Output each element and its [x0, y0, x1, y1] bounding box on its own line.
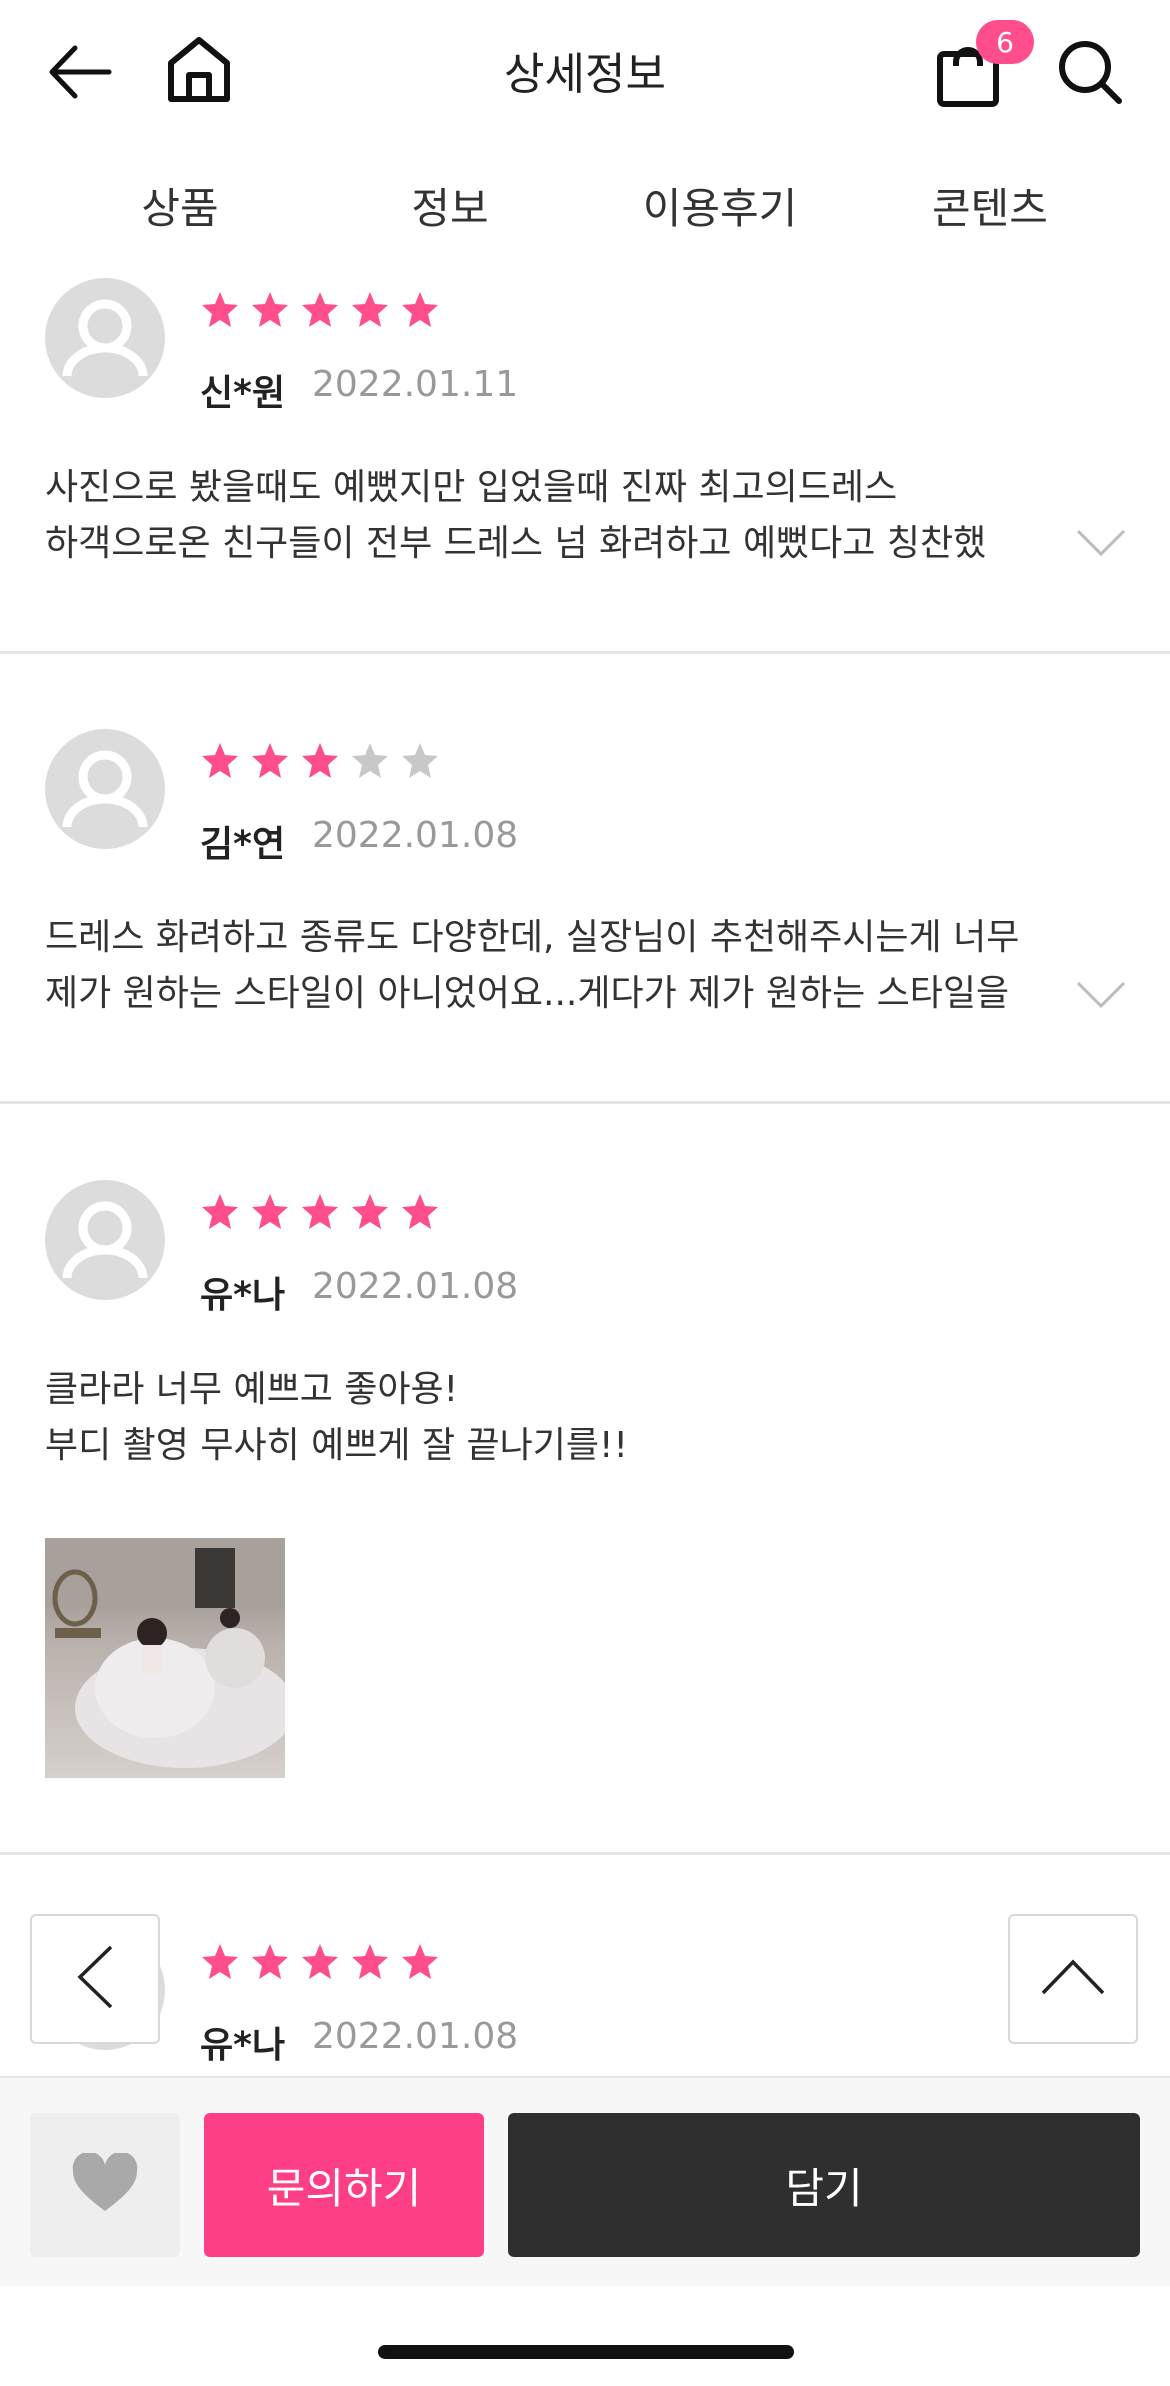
reviewer-name: 신*원 — [200, 373, 286, 414]
tab-bar: 상품 정보 이용후기 콘텐츠 — [0, 175, 1170, 245]
star-filled-icon — [252, 1944, 288, 1979]
scroll-top-button[interactable] — [1008, 1914, 1138, 2044]
review-date: 2022.01.08 — [312, 815, 519, 856]
review-text-line-1: 사진으로 봤을때도 예뻤지만 입었을때 진짜 최고의드레스 — [45, 467, 898, 508]
star-filled-icon — [302, 743, 338, 778]
bottom-action-bar: 문의하기 담기 — [0, 2076, 1170, 2286]
review-text-line-2: 하객으로온 친구들이 전부 드레스 넘 화려하고 예뻤다고 칭찬했 — [45, 523, 987, 564]
inquiry-button[interactable]: 문의하기 — [204, 2113, 484, 2257]
star-filled-icon — [352, 292, 388, 327]
star-filled-icon — [302, 1194, 338, 1229]
star-filled-icon — [402, 1944, 438, 1979]
avatar — [45, 1180, 165, 1300]
star-rating — [200, 741, 440, 781]
divider — [0, 1852, 1170, 1855]
star-rating — [200, 1942, 440, 1982]
home-indicator — [378, 2345, 794, 2359]
tab-info[interactable]: 정보 — [315, 175, 585, 245]
chevron-left-icon — [75, 1944, 115, 2014]
star-filled-icon — [202, 1944, 238, 1979]
star-filled-icon — [352, 1194, 388, 1229]
star-filled-icon — [252, 1194, 288, 1229]
review-date: 2022.01.08 — [312, 1266, 519, 1307]
tab-reviews[interactable]: 이용후기 — [585, 175, 855, 245]
reviewer-name: 유*나 — [200, 1275, 286, 1316]
review-date: 2022.01.08 — [312, 2016, 519, 2057]
avatar — [45, 278, 165, 398]
star-empty-icon — [402, 743, 438, 778]
heart-icon — [71, 2151, 139, 2217]
star-filled-icon — [302, 1944, 338, 1979]
chevron-down-icon[interactable] — [1075, 528, 1127, 562]
review-text-line-2: 제가 원하는 스타일이 아니었어요...게다가 제가 원하는 스타일을 — [45, 973, 1010, 1014]
divider — [0, 651, 1170, 654]
star-filled-icon — [302, 292, 338, 327]
review-text-line-1: 드레스 화려하고 종류도 다양한데, 실장님이 추천해주시는게 너무 — [45, 917, 1020, 958]
reviewer-name: 김*연 — [200, 824, 286, 865]
star-filled-icon — [252, 743, 288, 778]
avatar — [45, 729, 165, 849]
star-rating — [200, 290, 440, 330]
prev-button[interactable] — [30, 1914, 160, 2044]
review-photo[interactable] — [45, 1538, 285, 1778]
star-rating — [200, 1192, 440, 1232]
chevron-up-icon — [1040, 1957, 1106, 2001]
search-icon[interactable] — [1054, 36, 1126, 108]
chevron-down-icon[interactable] — [1075, 980, 1127, 1014]
reviewer-name: 유*나 — [200, 2025, 286, 2066]
star-filled-icon — [402, 1194, 438, 1229]
star-filled-icon — [252, 292, 288, 327]
tab-contents[interactable]: 콘텐츠 — [855, 175, 1125, 245]
star-filled-icon — [402, 292, 438, 327]
star-filled-icon — [202, 1194, 238, 1229]
cart-count-badge: 6 — [976, 20, 1034, 64]
review-text-line-1: 클라라 너무 예쁘고 좋아용! — [45, 1369, 459, 1410]
review-text-line-2: 부디 촬영 무사히 예쁘게 잘 끝나기를!! — [45, 1425, 628, 1466]
wishlist-button[interactable] — [30, 2113, 180, 2257]
tab-product[interactable]: 상품 — [45, 175, 315, 245]
star-filled-icon — [202, 743, 238, 778]
header: 상세정보 6 — [0, 0, 1170, 145]
star-filled-icon — [352, 1944, 388, 1979]
divider — [0, 1101, 1170, 1104]
add-to-cart-button[interactable]: 담기 — [508, 2113, 1140, 2257]
star-empty-icon — [352, 743, 388, 778]
review-date: 2022.01.11 — [312, 364, 519, 405]
star-filled-icon — [202, 292, 238, 327]
